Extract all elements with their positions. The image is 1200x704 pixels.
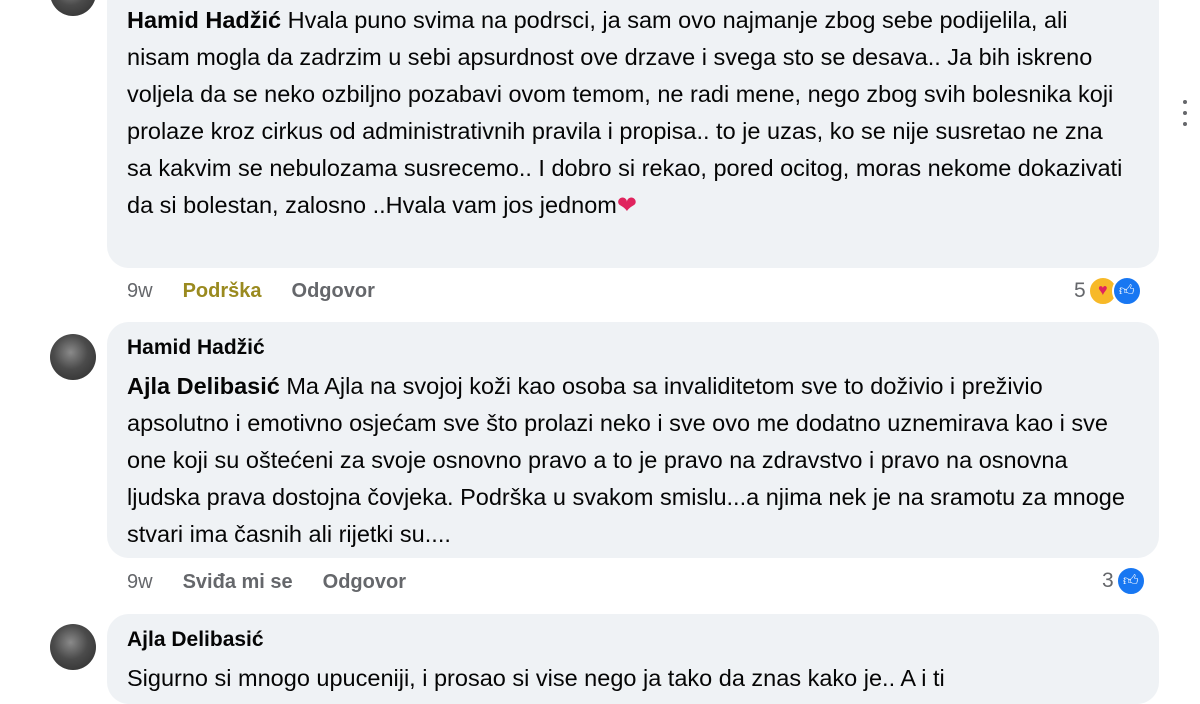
comment-actions: 9w Sviđa mi se Odgovor	[127, 571, 436, 594]
comment-text: Ajla Delibasić Ma Ajla na svojoj koži ka…	[127, 368, 1133, 553]
like-reaction-icon: 👍︎	[1111, 276, 1142, 306]
comment-author[interactable]: Hamid Hadžić	[127, 336, 265, 360]
comment-time[interactable]: 9w	[127, 571, 153, 594]
comment-body: Hvala puno svima na podrsci, ja sam ovo …	[127, 7, 1123, 218]
comment-body: Sigurno si mnogo upuceniji, i prosao si …	[127, 665, 945, 691]
reply-button[interactable]: Odgovor	[323, 571, 406, 594]
reaction-count: 3	[1102, 569, 1114, 592]
comment-bubble: Hamid Hadžić Ajla Delibasić Ma Ajla na s…	[107, 322, 1159, 558]
reaction-count: 5	[1074, 279, 1086, 302]
avatar[interactable]	[50, 0, 96, 16]
reaction-summary[interactable]: 5 ♥ 👍︎	[1074, 276, 1142, 306]
comment-author[interactable]: Ajla Delibasić	[127, 628, 264, 652]
mention-link[interactable]: Ajla Delibasić	[127, 373, 280, 399]
comment-body: Ma Ajla na svojoj koži kao osoba sa inva…	[127, 373, 1125, 547]
reaction-summary[interactable]: 3 👍︎	[1102, 566, 1146, 596]
comment-text: Hamid Hadžić Hvala puno svima na podrsci…	[127, 2, 1133, 224]
comment-time[interactable]: 9w	[127, 280, 153, 303]
comment-actions: 9w Podrška Odgovor	[127, 280, 405, 303]
like-button[interactable]: Sviđa mi se	[183, 571, 293, 594]
avatar[interactable]	[50, 334, 96, 380]
comment-bubble: Hamid Hadžić Hvala puno svima na podrsci…	[107, 0, 1159, 268]
reply-button[interactable]: Odgovor	[292, 280, 375, 303]
comment-bubble: Ajla Delibasić Sigurno si mnogo upucenij…	[107, 614, 1159, 704]
avatar[interactable]	[50, 624, 96, 670]
more-options-icon[interactable]	[1182, 100, 1188, 126]
support-reaction-button[interactable]: Podrška	[183, 280, 262, 303]
like-reaction-icon: 👍︎	[1115, 566, 1146, 596]
comment-author[interactable]: Hamid Hadžić	[127, 7, 281, 33]
heart-emoji: ❤	[616, 192, 637, 219]
